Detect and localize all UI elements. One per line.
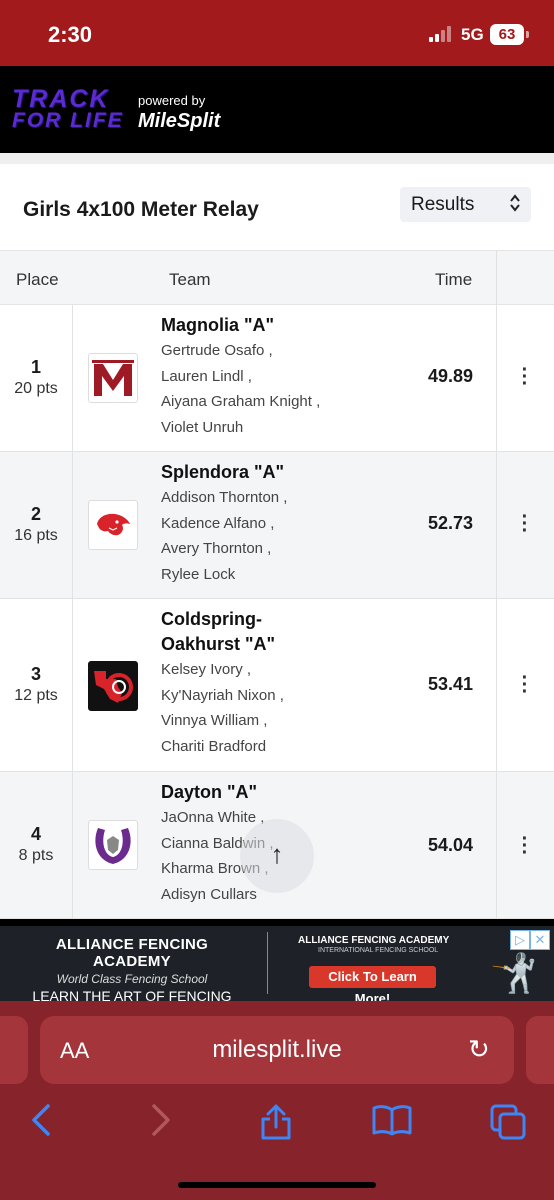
- milesplit-logo[interactable]: MileSplit: [138, 110, 220, 133]
- scroll-to-top-button[interactable]: ↑: [240, 819, 314, 893]
- place-number: 2: [30, 504, 41, 524]
- next-tab-preview[interactable]: [526, 1016, 554, 1084]
- more-options-icon[interactable]: · · ·: [520, 360, 530, 394]
- reload-icon[interactable]: ↻: [468, 1034, 490, 1065]
- table-row[interactable]: 1 20 pts Magnolia "A" Gertrude Osafo , L…: [0, 305, 554, 452]
- arrow-up-icon: ↑: [270, 839, 284, 869]
- ad-banner[interactable]: ALLIANCE FENCING ACADEMY World Class Fen…: [0, 919, 554, 1006]
- ad-left-panel: ALLIANCE FENCING ACADEMY World Class Fen…: [26, 936, 238, 1004]
- view-select-value: Results: [411, 194, 475, 215]
- home-indicator[interactable]: [178, 1182, 376, 1188]
- place-cell: 3 12 pts: [0, 664, 72, 705]
- place-cell: 1 20 pts: [0, 357, 72, 398]
- status-bar: 2:30 5G 63: [0, 0, 554, 66]
- ad-controls: ▷ ✕: [510, 930, 550, 950]
- ad-divider: [267, 932, 268, 994]
- place-points: 20 pts: [14, 380, 58, 397]
- place-points: 16 pts: [14, 527, 58, 544]
- team-cell: Splendora "A" Addison Thornton , Kadence…: [161, 460, 411, 587]
- team-name-line2[interactable]: Oakhurst "A": [161, 632, 411, 657]
- athlete-name[interactable]: Lauren Lindl ,: [161, 364, 411, 390]
- splendora-wildcat-logo: [97, 513, 130, 536]
- track-for-life-logo[interactable]: TRACK FOR LIFE: [12, 87, 124, 132]
- column-place: Place: [16, 270, 59, 289]
- athlete-name[interactable]: Kadence Alfano ,: [161, 511, 411, 537]
- chevron-updown-icon: [509, 193, 521, 215]
- dayton-horseshoe-logo: [95, 828, 131, 864]
- place-points: 8 pts: [18, 847, 54, 864]
- place-cell: 2 16 pts: [0, 504, 72, 545]
- team-cell: Magnolia "A" Gertrude Osafo , Lauren Lin…: [161, 313, 411, 440]
- place-points: 12 pts: [14, 687, 58, 704]
- url-text[interactable]: milesplit.live: [40, 1036, 514, 1064]
- section-divider: [0, 153, 554, 164]
- fencer-icon: 🤺: [490, 953, 538, 995]
- back-icon[interactable]: [30, 1103, 52, 1146]
- athlete-name[interactable]: Addison Thornton ,: [161, 485, 411, 511]
- athlete-name[interactable]: Kelsey Ivory ,: [161, 657, 411, 683]
- team-logo[interactable]: [88, 661, 138, 711]
- team-name[interactable]: Dayton "A": [161, 780, 411, 805]
- team-name-line1[interactable]: Coldspring-: [161, 607, 411, 632]
- ad-subtitle: World Class Fencing School: [56, 972, 208, 986]
- table-row[interactable]: 3 12 pts Coldspring- Oakhurst "A" Kelsey…: [0, 599, 554, 772]
- event-title: Girls 4x100 Meter Relay: [23, 198, 259, 221]
- place-number: 3: [30, 664, 41, 684]
- team-logo[interactable]: [88, 820, 138, 870]
- more-options-icon[interactable]: · · ·: [520, 829, 530, 863]
- coldspring-texas-logo: [94, 671, 133, 703]
- status-time: 2:30: [48, 22, 93, 47]
- athlete-name[interactable]: Rylee Lock: [161, 562, 411, 588]
- athlete-name[interactable]: Vinnya William ,: [161, 708, 411, 734]
- results-table-header: Place Team Time: [0, 250, 554, 306]
- athlete-name[interactable]: Ky'Nayriah Nixon ,: [161, 683, 411, 709]
- result-time: 52.73: [427, 513, 473, 533]
- athlete-name[interactable]: Gertrude Osafo ,: [161, 338, 411, 364]
- forward-icon[interactable]: [150, 1103, 172, 1146]
- close-icon[interactable]: ✕: [530, 930, 550, 950]
- place-number: 4: [30, 824, 41, 844]
- magnolia-m-logo: [92, 360, 134, 396]
- previous-tab-preview[interactable]: [0, 1016, 28, 1084]
- ad-title: ALLIANCE FENCING ACADEMY: [55, 936, 209, 970]
- powered-by-label: powered by: [138, 93, 206, 108]
- adchoices-icon[interactable]: ▷: [510, 930, 530, 950]
- address-bar[interactable]: AA milesplit.live ↻: [40, 1016, 514, 1084]
- column-divider: [496, 251, 497, 306]
- athlete-name[interactable]: Chariti Bradford: [161, 734, 411, 760]
- ad-right-subtitle: INTERNATIONAL FENCING SCHOOL: [318, 947, 439, 954]
- share-icon[interactable]: [259, 1103, 293, 1150]
- column-time: Time: [435, 270, 473, 289]
- place-cell: 4 8 pts: [0, 824, 72, 865]
- athlete-name[interactable]: Aiyana Graham Knight ,: [161, 389, 411, 415]
- column-team: Team: [169, 270, 211, 289]
- more-options-icon[interactable]: · · ·: [520, 668, 530, 702]
- table-row[interactable]: 2 16 pts Splendora "A" Addison Thornton …: [0, 452, 554, 599]
- place-number: 1: [30, 357, 41, 377]
- result-time: 53.41: [427, 674, 473, 694]
- view-select[interactable]: Results: [400, 187, 531, 222]
- team-logo[interactable]: [88, 353, 138, 403]
- team-logo[interactable]: [88, 500, 138, 550]
- ad-right-title: ALLIANCE FENCING ACADEMY: [298, 935, 450, 946]
- athlete-name[interactable]: Avery Thornton ,: [161, 536, 411, 562]
- bookmarks-icon[interactable]: [371, 1103, 413, 1146]
- browser-chrome: AA milesplit.live ↻: [0, 1001, 554, 1200]
- ad-cta-button[interactable]: Click To Learn More!: [309, 966, 436, 1006]
- result-time: 49.89: [427, 366, 473, 386]
- team-cell: Coldspring- Oakhurst "A" Kelsey Ivory , …: [161, 607, 411, 759]
- athlete-name[interactable]: Violet Unruh: [161, 415, 411, 441]
- result-time: 54.04: [427, 835, 473, 855]
- network-type: 5G: [461, 25, 484, 44]
- signal-icon: [429, 26, 455, 42]
- team-name[interactable]: Splendora "A": [161, 460, 411, 485]
- team-name[interactable]: Magnolia "A": [161, 313, 411, 338]
- tabs-icon[interactable]: [489, 1103, 527, 1150]
- site-header: TRACK FOR LIFE powered by MileSplit: [0, 66, 554, 153]
- more-options-icon[interactable]: · · ·: [520, 507, 530, 541]
- battery-icon: 63: [490, 24, 529, 45]
